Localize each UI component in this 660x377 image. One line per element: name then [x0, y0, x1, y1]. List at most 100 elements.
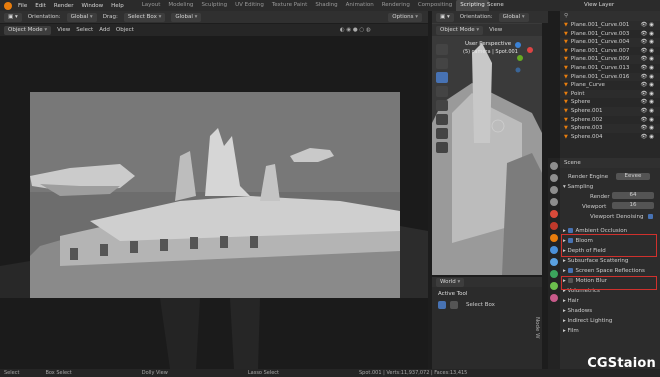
list-item[interactable]: ▼ Plane.001_Curve.004 👁 ◉: [560, 38, 660, 47]
sampling-section-header[interactable]: ▾ Sampling: [560, 182, 660, 192]
physics-tab-icon[interactable]: [550, 258, 558, 266]
scale-tool-icon[interactable]: [436, 100, 448, 111]
list-item[interactable]: ▼ Plane.001_Curve.001 👁 ◉: [560, 21, 660, 30]
object-tab-icon[interactable]: [550, 234, 558, 242]
panel-subsurface-scattering[interactable]: ▸ Subsurface Scattering: [560, 256, 660, 266]
rotate-tool-icon[interactable]: [436, 86, 448, 97]
world-selector[interactable]: World: [436, 277, 465, 287]
navigation-gizmo[interactable]: [510, 40, 536, 76]
tab-layout[interactable]: Layout: [138, 0, 165, 11]
visibility-icons[interactable]: 👁 ◉: [640, 90, 660, 99]
tab-sculpting[interactable]: Sculpting: [197, 0, 231, 11]
tab-animation[interactable]: Animation: [342, 0, 378, 11]
orientation-dropdown[interactable]: Global: [66, 12, 97, 22]
options-dropdown[interactable]: Options: [388, 12, 422, 22]
add-menu[interactable]: Add: [99, 27, 110, 33]
side-select-mode-button[interactable]: ▣ ▾: [436, 12, 454, 22]
visibility-icons[interactable]: 👁 ◉: [640, 98, 660, 107]
panel-hair[interactable]: ▸ Hair: [560, 296, 660, 306]
viewport-shading-icons[interactable]: ◐ ◉ ● ○ ◍: [340, 27, 371, 33]
filter-icon[interactable]: ⚲: [564, 13, 568, 19]
annotate-tool-icon[interactable]: [436, 128, 448, 139]
panel-screen-space-reflections[interactable]: ▸ Screen Space Reflections: [560, 266, 660, 276]
list-item[interactable]: ▼ Sphere 👁 ◉: [560, 98, 660, 107]
modifier-tab-icon[interactable]: [550, 246, 558, 254]
drag-dropdown[interactable]: Select Box: [123, 12, 166, 22]
world-tab-icon[interactable]: [550, 222, 558, 230]
tab-modeling[interactable]: Modeling: [164, 0, 197, 11]
cursor-tool-icon[interactable]: [436, 44, 448, 55]
viewport-denoising-row[interactable]: Viewport Denoising: [560, 212, 660, 222]
list-item[interactable]: ▼ Plane.001_Curve.007 👁 ◉: [560, 47, 660, 56]
tool-tab-icon[interactable]: [550, 162, 558, 170]
tab-scripting[interactable]: Scripting: [456, 0, 489, 11]
material-tab-icon[interactable]: [550, 294, 558, 302]
constraints-tab-icon[interactable]: [550, 270, 558, 278]
measure-tool-icon[interactable]: [436, 142, 448, 153]
list-item[interactable]: ▼ Point 👁 ◉: [560, 89, 660, 99]
visibility-icons[interactable]: 👁 ◉: [640, 55, 660, 64]
menu-window[interactable]: Window: [81, 3, 103, 9]
visibility-icons[interactable]: 👁 ◉: [640, 64, 660, 73]
data-tab-icon[interactable]: [550, 282, 558, 290]
list-item[interactable]: ▼ Plane.001_Curve.009 👁 ◉: [560, 55, 660, 64]
visibility-icons[interactable]: 👁 ◉: [640, 21, 660, 30]
panel-film[interactable]: ▸ Film: [560, 326, 660, 336]
list-item[interactable]: ▼ Sphere.004 👁 ◉: [560, 133, 660, 142]
visibility-icons[interactable]: 👁 ◉: [640, 116, 660, 125]
visibility-icons[interactable]: 👁 ◉: [640, 30, 660, 39]
object-menu[interactable]: Object: [116, 27, 134, 33]
select-box-icon[interactable]: [438, 301, 446, 309]
blender-logo-icon[interactable]: [4, 1, 12, 10]
tab-compositing[interactable]: Compositing: [414, 0, 456, 11]
transform-orientation-dropdown[interactable]: Global: [171, 12, 202, 22]
viewport-denoising-checkbox[interactable]: [648, 214, 654, 219]
side-view-menu[interactable]: View: [489, 27, 502, 33]
scene-tab-icon[interactable]: [550, 210, 558, 218]
select-mode-button[interactable]: ▣ ▾: [4, 12, 22, 22]
tab-uv-editing[interactable]: UV Editing: [231, 0, 268, 11]
menu-edit[interactable]: Edit: [35, 3, 46, 9]
panel-indirect-lighting[interactable]: ▸ Indirect Lighting: [560, 316, 660, 326]
view-layer-selector[interactable]: View Layer: [584, 2, 614, 8]
ambient-occlusion-checkbox[interactable]: [567, 228, 573, 233]
tab-rendering[interactable]: Rendering: [378, 0, 414, 11]
3d-viewport[interactable]: [0, 36, 428, 369]
visibility-icons[interactable]: 👁 ◉: [640, 38, 660, 47]
panel-shadows[interactable]: ▸ Shadows: [560, 306, 660, 316]
list-item[interactable]: ▼ Sphere.003 👁 ◉: [560, 124, 660, 133]
list-item[interactable]: ▼ Plane_Curve 👁 ◉: [560, 81, 660, 90]
menu-render[interactable]: Render: [54, 3, 74, 9]
tab-shading[interactable]: Shading: [311, 0, 341, 11]
visibility-icons[interactable]: 👁 ◉: [640, 124, 660, 133]
visibility-icons[interactable]: 👁 ◉: [640, 133, 660, 142]
view-menu[interactable]: View: [57, 27, 70, 33]
render-tab-icon[interactable]: [550, 174, 558, 182]
list-item[interactable]: ▼ Plane.001_Curve.013 👁 ◉: [560, 64, 660, 73]
list-item[interactable]: ▼ Plane.001_Curve.016 👁 ◉: [560, 72, 660, 82]
view-layer-tab-icon[interactable]: [550, 198, 558, 206]
visibility-icons[interactable]: 👁 ◉: [640, 81, 660, 90]
visibility-icons[interactable]: 👁 ◉: [640, 107, 660, 116]
list-item[interactable]: ▼ Plane.001_Curve.003 👁 ◉: [560, 30, 660, 39]
list-item[interactable]: ▼ Sphere.001 👁 ◉: [560, 106, 660, 116]
visibility-icons[interactable]: 👁 ◉: [640, 73, 660, 82]
menu-help[interactable]: Help: [111, 3, 124, 9]
render-samples-field[interactable]: 64: [612, 192, 654, 199]
node-wrangler-tab[interactable]: Node W: [534, 317, 540, 339]
output-tab-icon[interactable]: [550, 186, 558, 194]
cursor-3d-icon[interactable]: [436, 58, 448, 69]
move-tool-icon[interactable]: [436, 72, 448, 83]
select-mode-icon[interactable]: [450, 301, 458, 309]
transform-tool-icon[interactable]: [436, 114, 448, 125]
side-object-mode-dropdown[interactable]: Object Mode: [436, 25, 484, 35]
object-mode-dropdown[interactable]: Object Mode: [4, 25, 52, 35]
select-menu[interactable]: Select: [76, 27, 93, 33]
ssr-checkbox[interactable]: [567, 268, 573, 273]
list-item[interactable]: ▼ Sphere.002 👁 ◉: [560, 116, 660, 125]
viewport-samples-field[interactable]: 16: [612, 202, 654, 209]
tab-texture-paint[interactable]: Texture Paint: [268, 0, 312, 11]
visibility-icons[interactable]: 👁 ◉: [640, 47, 660, 56]
render-engine-dropdown[interactable]: Eevee: [615, 173, 650, 180]
menu-file[interactable]: File: [18, 3, 27, 9]
